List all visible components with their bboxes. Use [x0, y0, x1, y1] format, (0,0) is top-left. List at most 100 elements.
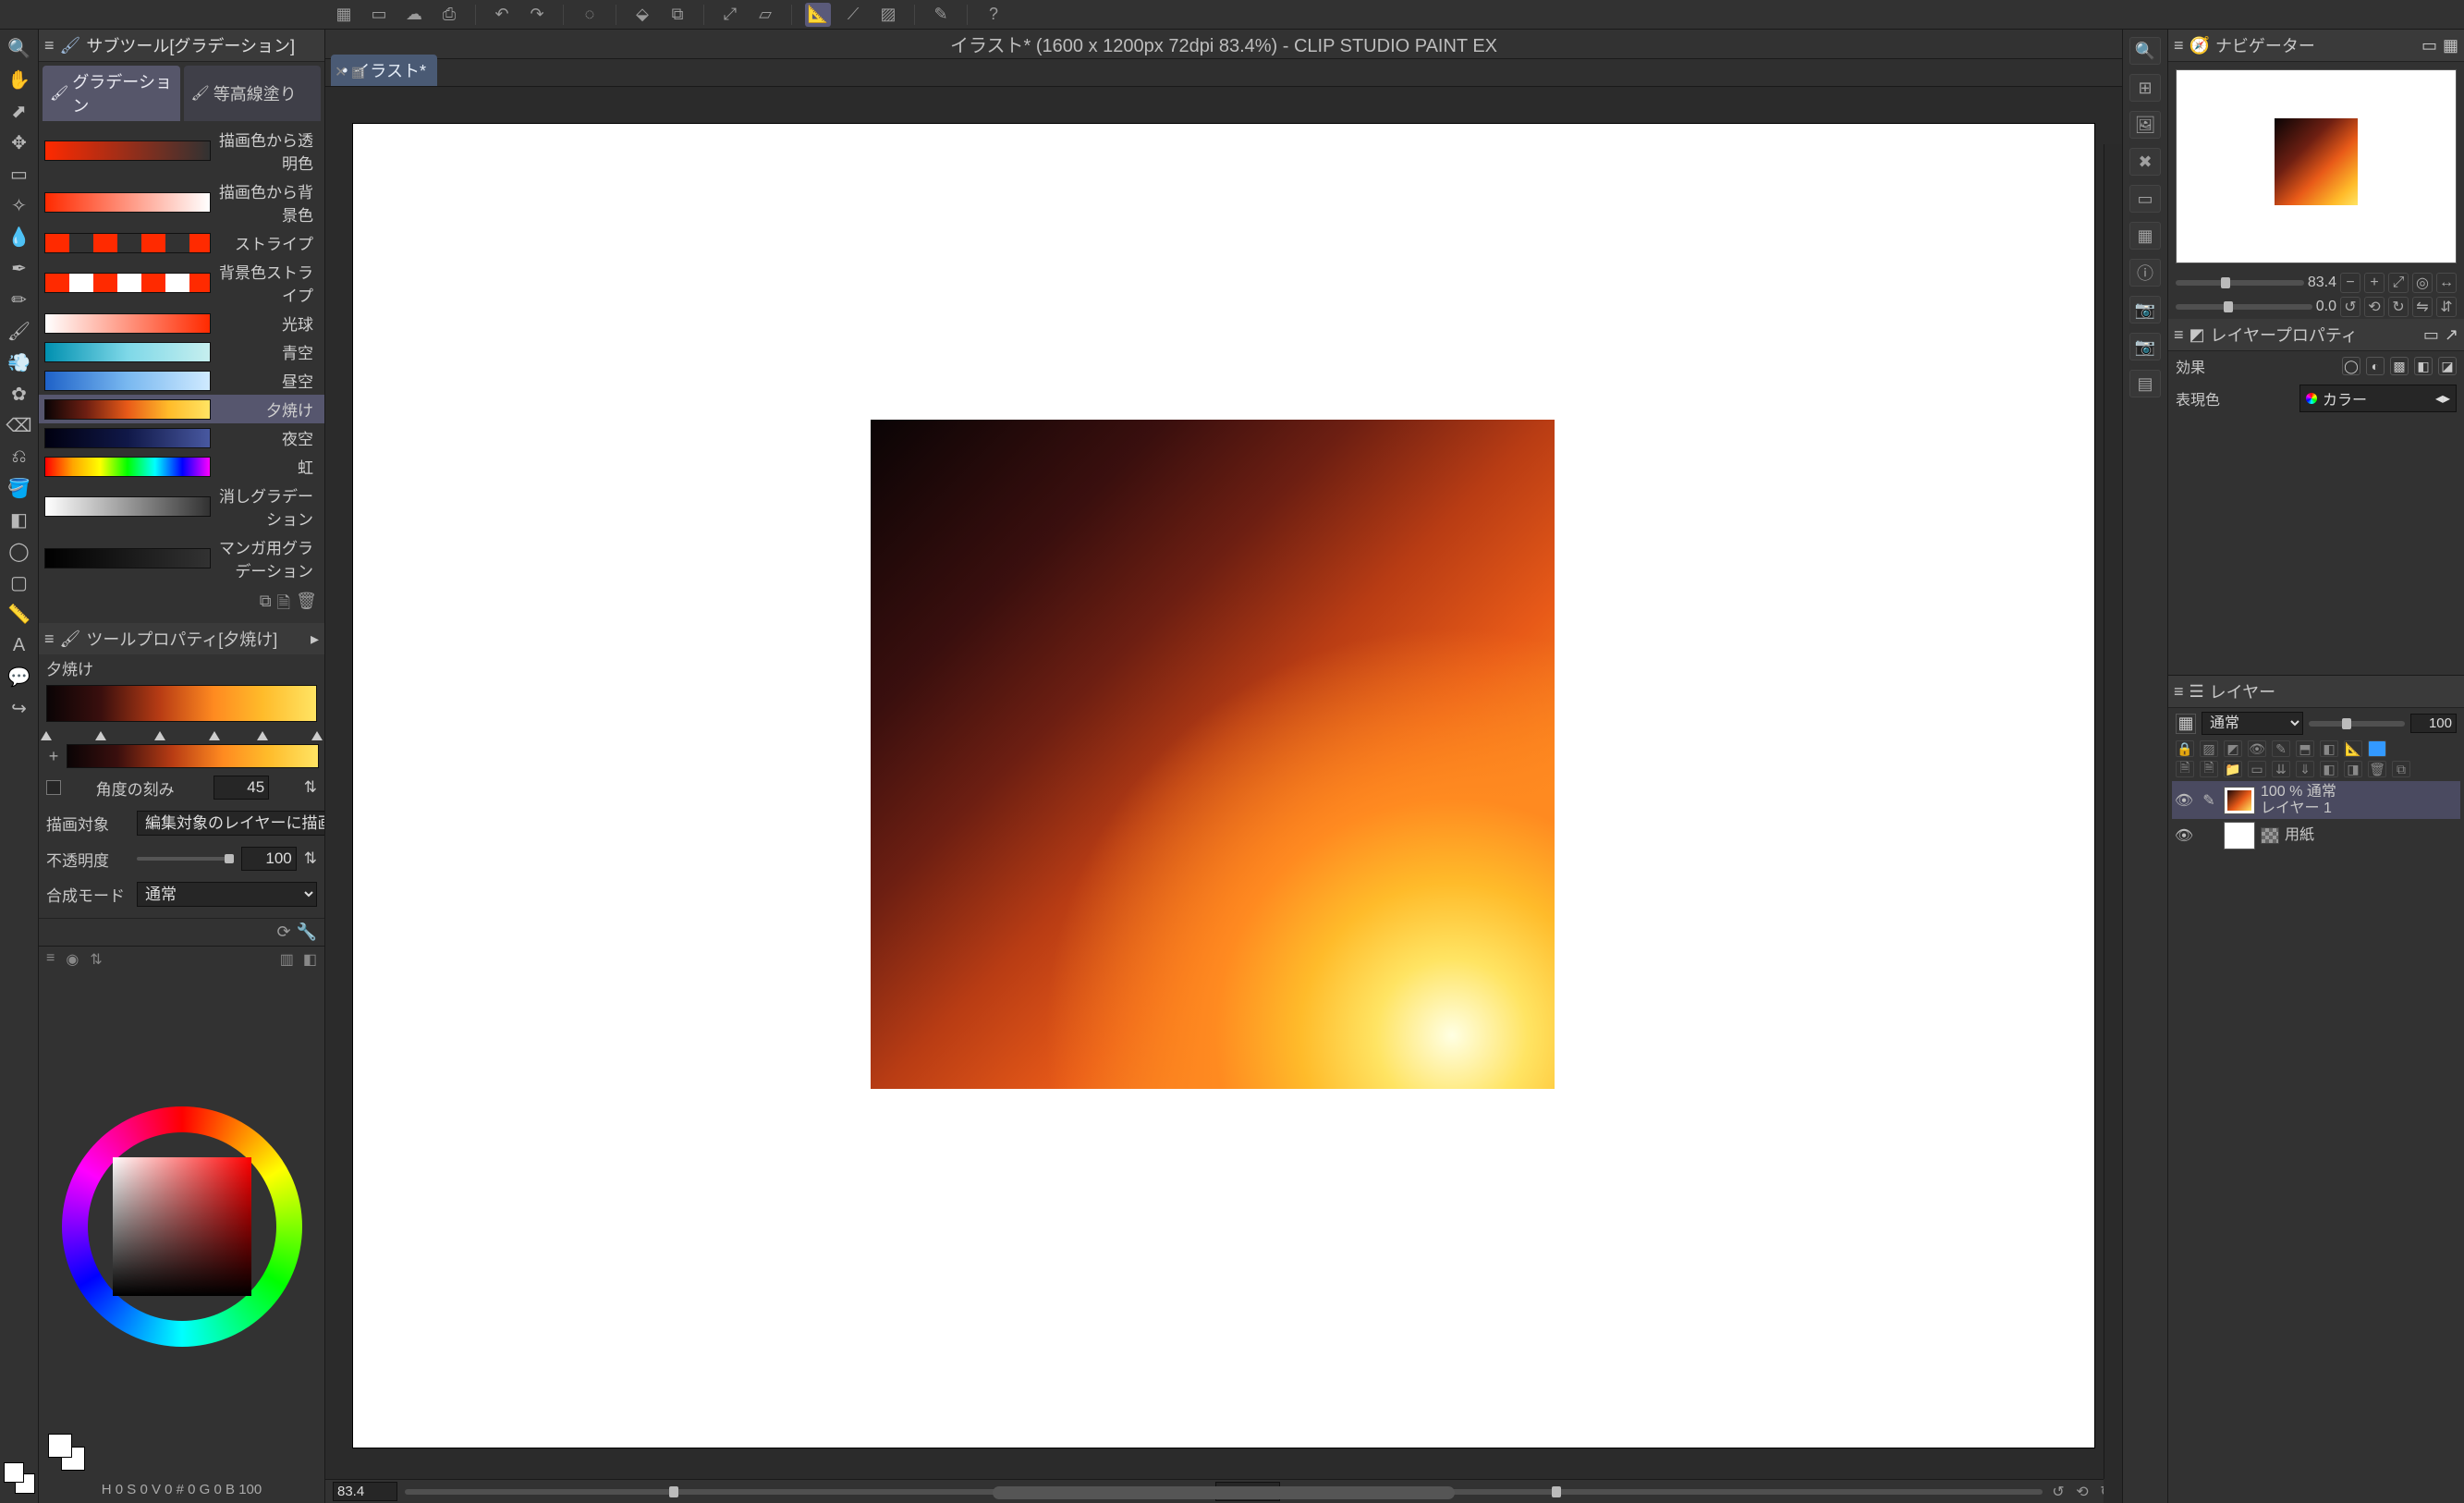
layer-palette-icon[interactable]: ▦: [2176, 714, 2196, 734]
cw-mode2-icon[interactable]: ◧: [303, 950, 317, 969]
cmd-assist-icon[interactable]: ✎: [928, 3, 954, 27]
nav-100-icon[interactable]: ◎: [2412, 273, 2433, 293]
gradient-preset-row[interactable]: 消しグラデーション: [39, 481, 324, 532]
tool-eyedropper[interactable]: 💧: [6, 224, 33, 250]
layer-opacity-input[interactable]: [2410, 714, 2457, 733]
cw-slider-tab-icon[interactable]: ⇅: [90, 950, 102, 969]
gradient-stop-handle[interactable]: [257, 731, 268, 740]
add-mask-icon[interactable]: ◧: [2320, 761, 2338, 777]
tool-operation[interactable]: ⬈: [6, 98, 33, 124]
new-folder-icon[interactable]: 📁: [2224, 761, 2242, 777]
tool-decoration[interactable]: ✿: [6, 381, 33, 407]
menu-icon[interactable]: ≡: [2174, 325, 2184, 345]
rot-reset-icon[interactable]: ⟲: [2074, 1484, 2091, 1500]
tool-layermove[interactable]: ✥: [6, 129, 33, 155]
nav-rot-ccw-icon[interactable]: ↺: [2340, 297, 2360, 317]
lp-extra2-icon[interactable]: ↗: [2445, 325, 2458, 345]
menu-icon[interactable]: ≡: [44, 629, 55, 649]
layer-row[interactable]: 👁用紙: [2172, 819, 2460, 852]
cw-mode-icon[interactable]: ▥: [280, 950, 294, 969]
nav-zoom-slider[interactable]: [2176, 280, 2304, 286]
layer-visibility-icon[interactable]: 👁: [2174, 791, 2194, 810]
nav-rot-slider[interactable]: [2176, 304, 2312, 310]
rb-autoaction-icon[interactable]: ▦: [2129, 222, 2161, 250]
nav-fit-icon[interactable]: ⤢: [2388, 273, 2409, 293]
gradient-stop-handle[interactable]: [41, 731, 52, 740]
subtool-tab[interactable]: 🖌等高線塗り: [184, 66, 322, 121]
color-hue-ring[interactable]: [62, 1106, 302, 1347]
tool-marquee[interactable]: ▭: [6, 161, 33, 187]
gradient-preset-row[interactable]: 青空: [39, 337, 324, 366]
menu-icon[interactable]: ≡: [46, 950, 55, 969]
nav-fliph-icon[interactable]: ⇋: [2412, 297, 2433, 317]
cmd-fill-icon[interactable]: ⬙: [629, 3, 655, 27]
del-subtool-icon[interactable]: 🗑: [296, 592, 317, 619]
rb-info-icon[interactable]: ⓘ: [2129, 259, 2161, 287]
two-window-icon[interactable]: ⧉: [2392, 761, 2410, 777]
layer-thumbnail[interactable]: [2224, 787, 2255, 814]
toolprop-gradient-editbar[interactable]: [67, 744, 319, 768]
tool-frame[interactable]: ▢: [6, 569, 33, 595]
rb-history-icon[interactable]: ▭: [2129, 185, 2161, 213]
tool-autoselect[interactable]: ✧: [6, 192, 33, 218]
tool-brush[interactable]: 🖌: [6, 318, 33, 344]
gradient-preset-row[interactable]: 描画色から透明色: [39, 125, 324, 177]
chevron-right-icon[interactable]: ▸: [311, 629, 319, 649]
new-raster-icon[interactable]: 🗎: [2176, 761, 2194, 777]
cmd-grid-icon[interactable]: ▦: [331, 3, 357, 27]
tool-gradient[interactable]: ◧: [6, 507, 33, 532]
apply-mask-icon[interactable]: ◨: [2344, 761, 2362, 777]
tool-zoom[interactable]: 🔍: [6, 35, 33, 61]
clip-mask-icon[interactable]: ⬒: [2296, 740, 2314, 757]
stepper-icon[interactable]: ⇅: [304, 778, 317, 797]
layer-edit-icon[interactable]: ✎: [2200, 791, 2218, 810]
cmd-snap-grid-icon[interactable]: ▨: [875, 3, 901, 27]
delete-layer-icon[interactable]: 🗑: [2368, 761, 2386, 777]
status-zoom-input[interactable]: [333, 1482, 397, 1501]
rb-item-icon[interactable]: 📷: [2129, 296, 2161, 324]
cmd-crop-icon[interactable]: ⧉: [665, 3, 690, 27]
tool-airbrush[interactable]: 💨: [6, 349, 33, 375]
lock-pixel-icon[interactable]: ▨: [2200, 740, 2218, 757]
mask-enable-icon[interactable]: ◧: [2320, 740, 2338, 757]
tool-ruler[interactable]: 📏: [6, 601, 33, 627]
cw-fgbg-swatches[interactable]: [48, 1434, 85, 1471]
nav-rot-reset-icon[interactable]: ⟲: [2364, 297, 2385, 317]
nav-mode2-icon[interactable]: ▦: [2443, 36, 2458, 55]
cmd-cloud-icon[interactable]: ☁: [401, 3, 427, 27]
rb-search-icon[interactable]: 🔍: [2129, 37, 2161, 65]
gradient-stop-handle[interactable]: [311, 731, 323, 740]
layer-row[interactable]: 👁✎100 % 通常レイヤー 1: [2172, 781, 2460, 819]
new-vector-icon[interactable]: 🗎: [2200, 761, 2218, 777]
canvas-paper[interactable]: [353, 124, 2094, 1448]
nav-mode-icon[interactable]: ▭: [2421, 36, 2437, 55]
cmd-snap-ruler-icon[interactable]: 📐: [805, 3, 831, 27]
toolprop-gradient-preview[interactable]: [46, 685, 317, 722]
layer-mask-thumb[interactable]: [2261, 827, 2279, 844]
nav-fitw-icon[interactable]: ↔: [2436, 273, 2457, 293]
gradient-preset-row[interactable]: 昼空: [39, 366, 324, 395]
rb-material2-icon[interactable]: ✖: [2129, 148, 2161, 176]
nav-zoomin-icon[interactable]: +: [2364, 273, 2385, 293]
draw-target-select[interactable]: 編集対象のレイヤーに描画: [137, 811, 325, 836]
transfer-down-icon[interactable]: ⇊: [2272, 761, 2290, 777]
gradient-preset-row[interactable]: 夜空: [39, 423, 324, 452]
save-preset-icon[interactable]: ⟳: [276, 923, 290, 942]
gradient-stop-handle[interactable]: [95, 731, 106, 740]
ref-layer-icon[interactable]: 👁: [2248, 740, 2266, 757]
layercolor-toggle-icon[interactable]: [2368, 740, 2386, 757]
wrench-icon[interactable]: 🔧: [297, 923, 317, 942]
cmd-transform-icon[interactable]: ⤢: [717, 3, 743, 27]
lp-lineext-icon[interactable]: ◧: [2414, 357, 2433, 375]
blend-select[interactable]: 通常: [137, 882, 317, 907]
fgbg-swatches[interactable]: [4, 1462, 35, 1494]
cmd-redo-icon[interactable]: ↷: [524, 3, 550, 27]
rb-subview-icon[interactable]: ▤: [2129, 370, 2161, 397]
gradient-preset-row[interactable]: 虹: [39, 452, 324, 481]
angle-step-checkbox[interactable]: [46, 780, 61, 795]
add-stop-icon[interactable]: +: [44, 747, 63, 766]
gradient-preset-row[interactable]: 背景色ストライプ: [39, 257, 324, 309]
cmd-monitor-icon[interactable]: ▭: [366, 3, 392, 27]
menu-icon[interactable]: ≡: [44, 36, 55, 55]
cmd-clear-icon[interactable]: ◌: [577, 3, 603, 27]
